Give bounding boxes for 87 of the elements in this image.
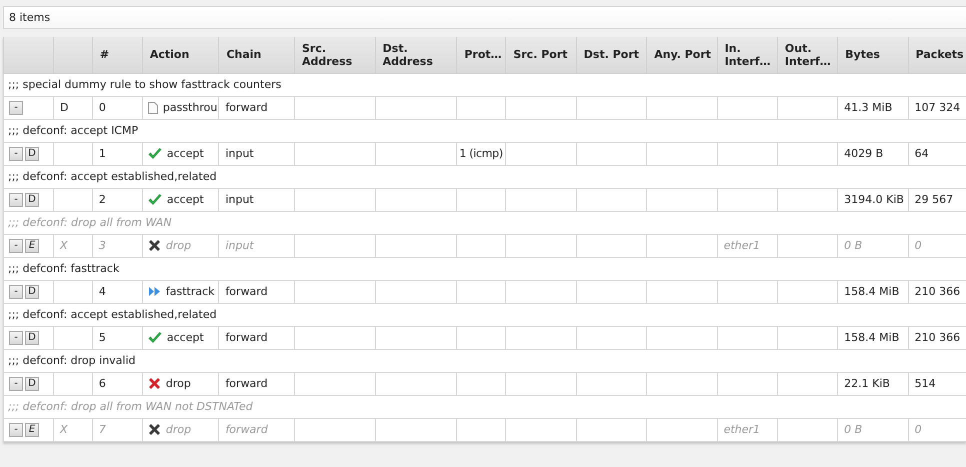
column-header[interactable]: Src. Address xyxy=(294,37,376,73)
column-header[interactable]: Any. Port xyxy=(646,37,718,73)
toggle-button[interactable]: D xyxy=(25,192,39,206)
rule-comment: ;;; defconf: fasttrack xyxy=(8,262,120,275)
rule-comment: ;;; defconf: accept established,related xyxy=(8,308,217,321)
table-cell: 3194.0 KiB xyxy=(844,193,904,206)
toggle-button[interactable]: - xyxy=(9,330,23,344)
table-cell: 210 366 xyxy=(914,331,960,344)
column-header[interactable]: Packets xyxy=(908,37,966,73)
column-header[interactable]: # xyxy=(92,37,142,73)
table-cell: 158.4 MiB xyxy=(844,331,900,344)
action-text: accept xyxy=(166,147,204,160)
rule-comment: ;;; special dummy rule to show fasttrack counters xyxy=(8,78,282,91)
action-text: drop xyxy=(166,238,192,252)
table-cell: 107 324 xyxy=(914,101,960,114)
chain-text: forward xyxy=(225,331,268,344)
action-text: drop xyxy=(166,422,192,436)
cross-icon xyxy=(148,423,161,436)
item-count: 8 items xyxy=(9,11,50,24)
rule-number: 7 xyxy=(98,423,106,436)
toggle-button[interactable]: - xyxy=(9,284,23,298)
toggle-button[interactable]: - xyxy=(9,376,23,390)
chain-text: forward xyxy=(225,101,268,114)
cross-icon xyxy=(148,377,161,390)
toggle-button[interactable]: - xyxy=(9,100,23,114)
rule-number: 6 xyxy=(98,377,106,390)
table-cell: 22.1 KiB xyxy=(844,377,890,390)
column-header[interactable]: Chain xyxy=(218,37,294,73)
table-cell: 0 B xyxy=(844,239,862,252)
toggle-button[interactable]: D xyxy=(25,376,39,390)
toggle-button[interactable]: D xyxy=(25,330,39,344)
action-text: drop xyxy=(166,376,191,390)
table-cell: 0 xyxy=(914,423,922,436)
rule-number: 2 xyxy=(98,193,106,206)
table-cell: 0 xyxy=(914,239,922,252)
chain-text: forward xyxy=(225,377,268,390)
action-text: accept xyxy=(166,193,204,206)
table-cell: 41.3 MiB xyxy=(844,101,892,114)
checkmark-icon xyxy=(148,148,162,160)
cross-icon xyxy=(148,239,161,252)
rule-comment: ;;; defconf: accept ICMP xyxy=(8,124,138,137)
toggle-button[interactable]: D xyxy=(25,284,39,298)
flag-text: X xyxy=(60,239,68,252)
rule-comment: ;;; defconf: drop invalid xyxy=(8,354,136,367)
table-cell: ether1 xyxy=(724,423,760,436)
column-header[interactable]: Out. Interf… xyxy=(777,37,838,73)
column-header[interactable]: Prot… xyxy=(456,37,506,73)
checkmark-icon xyxy=(148,194,162,206)
checkmark-icon xyxy=(148,332,162,344)
rule-number: 0 xyxy=(98,101,106,114)
toggle-button[interactable]: - xyxy=(9,192,23,206)
column-header[interactable]: Dst. Port xyxy=(576,37,647,73)
column-header[interactable]: Src. Port xyxy=(506,37,576,73)
action-text: passthrou xyxy=(162,101,218,114)
action-text: accept xyxy=(166,331,204,344)
table-cell: 1 (icmp) xyxy=(459,147,503,160)
toggle-button[interactable]: D xyxy=(25,146,39,160)
rule-number: 1 xyxy=(98,147,106,160)
toggle-button[interactable]: - xyxy=(9,146,23,160)
table-cell: 210 366 xyxy=(914,285,960,298)
chain-text: forward xyxy=(225,423,268,436)
column-header[interactable]: In. Interf… xyxy=(717,37,778,73)
double-arrow-icon xyxy=(148,286,161,298)
column-header[interactable]: Action xyxy=(142,37,219,73)
table-cell: 158.4 MiB xyxy=(844,285,900,298)
table-cell: 4029 B xyxy=(844,147,884,160)
chain-text: input xyxy=(225,147,254,160)
rule-comment: ;;; defconf: drop all from WAN not DSTNATed xyxy=(8,400,253,413)
rule-comment: ;;; defconf: drop all from WAN xyxy=(8,216,172,229)
rule-number: 3 xyxy=(98,239,106,252)
document-icon xyxy=(148,102,158,114)
chain-text: forward xyxy=(225,285,268,298)
chain-text: input xyxy=(225,193,254,206)
flag-text: D xyxy=(60,101,69,114)
action-text: fasttrack xyxy=(166,285,215,298)
table-cell: 64 xyxy=(914,147,929,160)
table-cell: 514 xyxy=(914,377,936,390)
rule-comment: ;;; defconf: accept established,related xyxy=(8,170,217,183)
column-header[interactable]: Bytes xyxy=(838,37,908,73)
rule-number: 4 xyxy=(98,285,106,298)
flag-text: X xyxy=(60,423,68,436)
chain-text: input xyxy=(225,239,254,252)
table-cell: 29 567 xyxy=(914,193,954,206)
rule-number: 5 xyxy=(98,331,106,344)
table-cell: 0 B xyxy=(844,423,862,436)
table-cell: ether1 xyxy=(724,239,760,252)
column-header[interactable]: Dst. Address xyxy=(375,37,457,73)
